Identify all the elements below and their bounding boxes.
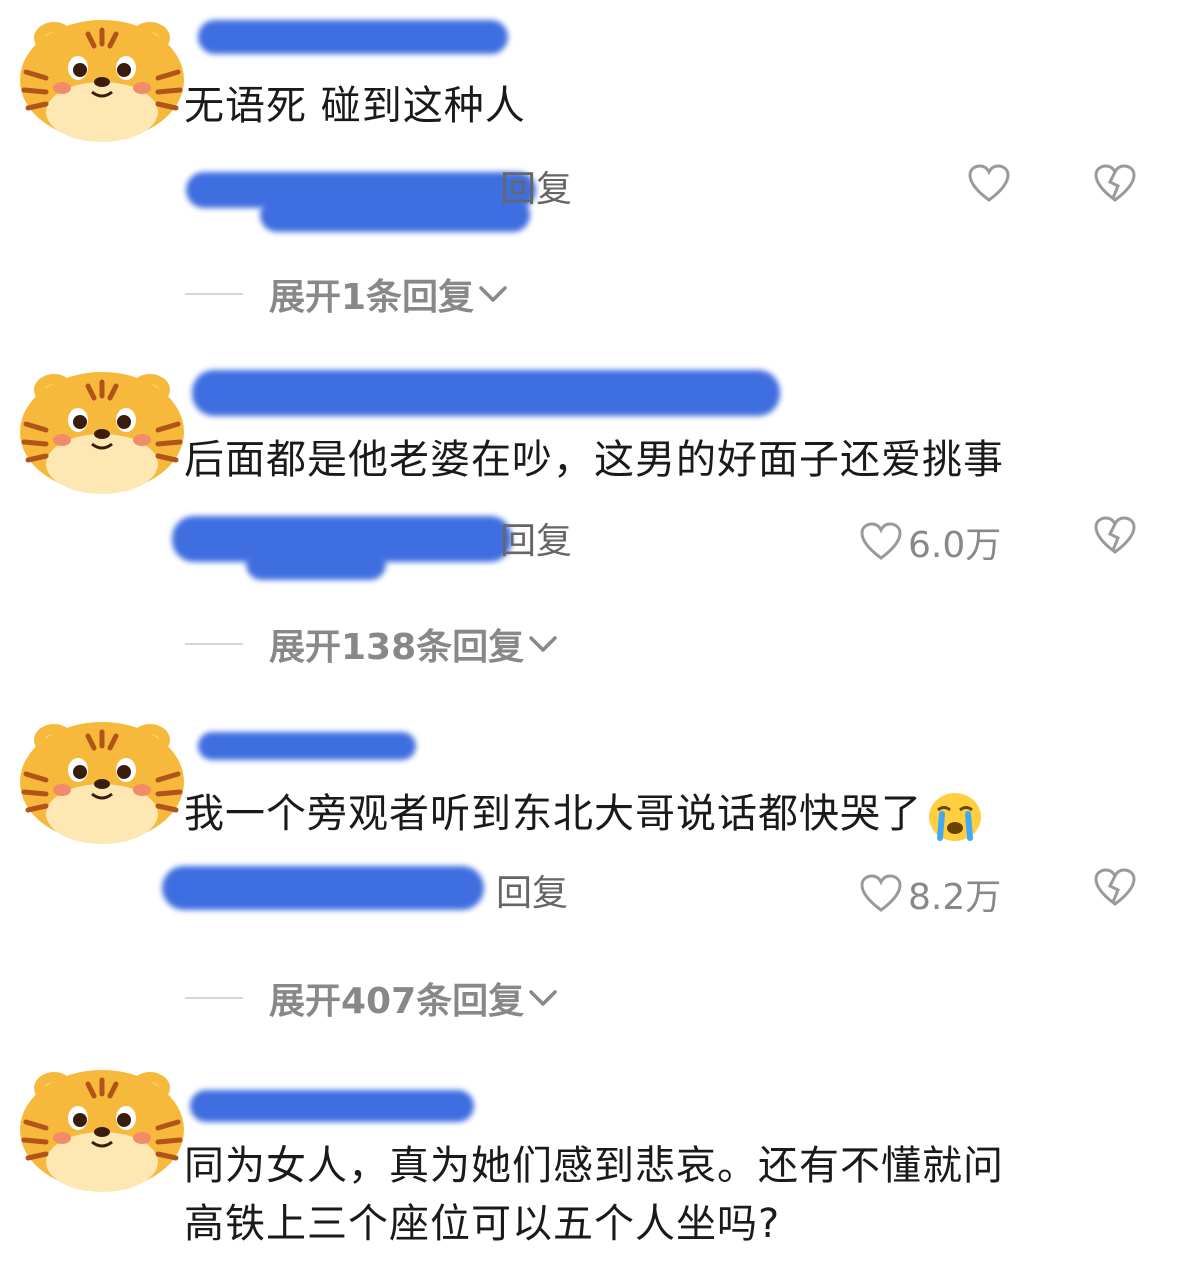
heart-icon	[860, 522, 902, 560]
expand-replies-button[interactable]: 展开138条回复	[185, 618, 558, 670]
comment-text-line-1: 同为女人，真为她们感到悲哀。还有不懂就问	[184, 1143, 1004, 1189]
tiger-avatar-icon[interactable]	[18, 714, 186, 844]
redacted-username	[198, 732, 416, 760]
comment-text-line-2: 高铁上三个座位可以五个人坐吗?	[184, 1201, 781, 1247]
expand-label: 展开1条回复	[269, 277, 475, 318]
expand-label: 展开407条回复	[269, 981, 525, 1022]
chevron-down-icon	[479, 286, 507, 302]
like-count: 8.2万	[908, 877, 1002, 918]
redacted-meta	[246, 548, 386, 580]
reply-button[interactable]: 回复	[500, 160, 572, 212]
like-button[interactable]	[968, 164, 1016, 204]
broken-heart-icon[interactable]	[1094, 868, 1136, 908]
divider	[185, 293, 243, 295]
like-button[interactable]: 6.0万	[860, 516, 1001, 568]
reply-button[interactable]: 回复	[500, 512, 572, 564]
divider	[185, 643, 243, 645]
broken-heart-icon[interactable]	[1094, 516, 1136, 556]
tiger-avatar-icon[interactable]	[18, 364, 186, 494]
expand-label: 展开138条回复	[269, 627, 525, 668]
comment-text-content: 我一个旁观者听到东北大哥说话都快哭了	[184, 791, 922, 837]
heart-icon	[968, 164, 1010, 202]
redacted-username	[190, 1090, 474, 1122]
comment-text: 无语死 碰到这种人	[184, 83, 526, 129]
expand-replies-button[interactable]: 展开1条回复	[185, 268, 508, 320]
redacted-meta	[260, 198, 530, 232]
expand-replies-button[interactable]: 展开407条回复	[185, 972, 558, 1024]
like-count: 6.0万	[908, 525, 1002, 566]
tiger-avatar-icon[interactable]	[18, 12, 186, 142]
heart-icon	[860, 874, 902, 912]
reply-button[interactable]: 回复	[496, 864, 568, 916]
redacted-meta	[162, 866, 484, 910]
like-button[interactable]: 8.2万	[860, 868, 1001, 920]
redacted-username	[198, 20, 508, 54]
crying-face-emoji	[929, 793, 981, 841]
chevron-down-icon	[529, 990, 557, 1006]
tiger-avatar-icon[interactable]	[18, 1062, 186, 1192]
comment-text: 后面都是他老婆在吵，这男的好面子还爱挑事	[184, 437, 1004, 483]
comment-text: 我一个旁观者听到东北大哥说话都快哭了	[184, 786, 984, 842]
chevron-down-icon	[529, 636, 557, 652]
redacted-username	[192, 370, 780, 416]
divider	[185, 997, 243, 999]
broken-heart-icon[interactable]	[1094, 164, 1136, 204]
